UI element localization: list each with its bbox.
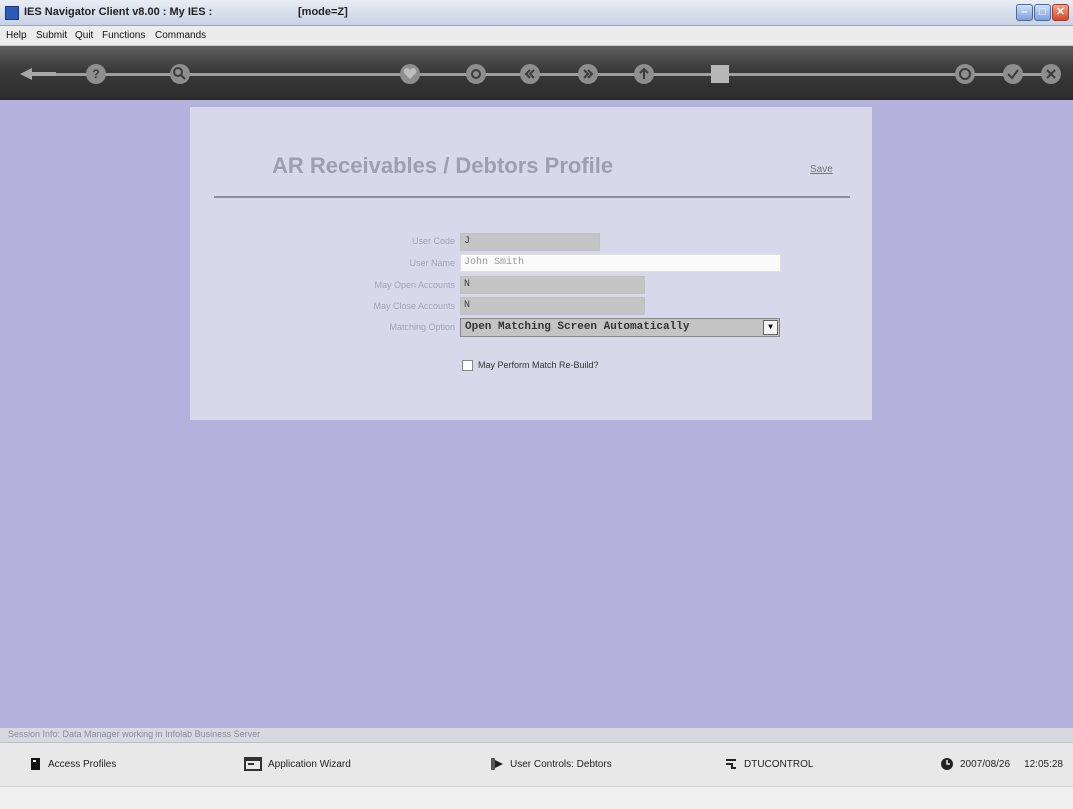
application-wizard-button[interactable]: Application Wizard — [244, 757, 351, 773]
session-info-bar: Session Info: Data Manager working in In… — [0, 728, 1073, 742]
menu-bar: Help Submit Quit Functions Commands — [0, 26, 1073, 46]
record-icon[interactable] — [466, 64, 486, 84]
matching-option-label: Matching Option — [389, 322, 455, 332]
title-divider — [214, 196, 850, 198]
wizard-window-icon — [244, 757, 262, 772]
save-link[interactable]: Save — [810, 164, 833, 175]
may-open-accounts-field[interactable]: N — [460, 276, 645, 294]
back-arrow-icon[interactable] — [20, 68, 60, 80]
match-rebuild-checkbox[interactable] — [462, 360, 473, 371]
window-title: IES Navigator Client v8.00 : My IES : — [24, 6, 213, 18]
status-bar: Access Profiles Application Wizard User … — [0, 742, 1073, 786]
menu-functions[interactable]: Functions — [102, 30, 145, 41]
user-code-field[interactable]: J — [460, 233, 600, 251]
user-controls-button[interactable]: User Controls: Debtors — [490, 757, 612, 773]
help-icon[interactable]: ? — [86, 64, 106, 84]
menu-commands[interactable]: Commands — [155, 30, 206, 41]
control-icon — [726, 759, 736, 770]
may-close-accounts-field[interactable]: N — [460, 297, 645, 315]
menu-quit[interactable]: Quit — [75, 30, 93, 41]
fast-forward-icon[interactable] — [578, 64, 598, 84]
bottom-strip — [0, 786, 1073, 809]
date-text: 2007/08/26 — [960, 759, 1011, 770]
maximize-button[interactable]: □ — [1034, 4, 1051, 21]
app-icon — [5, 6, 19, 20]
time-text: 12:05:28 — [1024, 759, 1063, 770]
dtucontrol-button[interactable]: DTUCONTROL — [724, 757, 813, 773]
access-profiles-label: Access Profiles — [48, 759, 117, 770]
user-name-label: User Name — [409, 258, 455, 268]
close-button[interactable]: ✕ — [1052, 4, 1069, 21]
access-profiles-button[interactable]: Access Profiles — [30, 757, 116, 773]
may-close-accounts-label: May Close Accounts — [373, 301, 455, 311]
toolbar: ? — [0, 46, 1073, 100]
may-open-accounts-label: May Open Accounts — [374, 280, 455, 290]
window-titlebar: IES Navigator Client v8.00 : My IES : [m… — [0, 0, 1073, 26]
form-title: AR Receivables / Debtors Profile — [272, 153, 614, 178]
session-info-text: Session Info: Data Manager working in In… — [8, 729, 261, 739]
matching-option-value: Open Matching Screen Automatically — [465, 321, 690, 333]
application-wizard-label: Application Wizard — [268, 759, 351, 770]
minimize-button[interactable]: – — [1016, 4, 1033, 21]
up-icon[interactable] — [634, 64, 654, 84]
user-code-label: User Code — [411, 236, 455, 246]
cancel-icon[interactable] — [955, 64, 975, 84]
main-area: AR Receivables / Debtors Profile Save Us… — [0, 100, 1073, 728]
datetime-display: 2007/08/26 12:05:28 — [940, 757, 1063, 773]
chevron-down-icon[interactable]: ▼ — [763, 320, 778, 335]
exit-icon[interactable] — [1041, 64, 1061, 84]
rewind-icon[interactable] — [520, 64, 540, 84]
menu-submit[interactable]: Submit — [36, 30, 67, 41]
book-icon — [31, 758, 40, 771]
dtucontrol-label: DTUCONTROL — [744, 759, 814, 770]
search-icon[interactable] — [170, 64, 190, 84]
clock-icon — [941, 758, 953, 771]
user-controls-icon — [491, 758, 503, 771]
match-rebuild-label: May Perform Match Re-Build? — [478, 360, 599, 370]
menu-help[interactable]: Help — [6, 30, 27, 41]
check-icon[interactable] — [1003, 64, 1023, 84]
user-controls-label: User Controls: Debtors — [510, 759, 612, 770]
window-mode: [mode=Z] — [298, 6, 348, 18]
form-panel: AR Receivables / Debtors Profile Save Us… — [190, 107, 872, 420]
user-name-field[interactable]: John Smith — [460, 254, 781, 272]
stop-icon[interactable] — [711, 65, 729, 83]
heart-icon[interactable] — [400, 64, 420, 84]
matching-option-select[interactable]: Open Matching Screen Automatically ▼ — [460, 318, 780, 337]
